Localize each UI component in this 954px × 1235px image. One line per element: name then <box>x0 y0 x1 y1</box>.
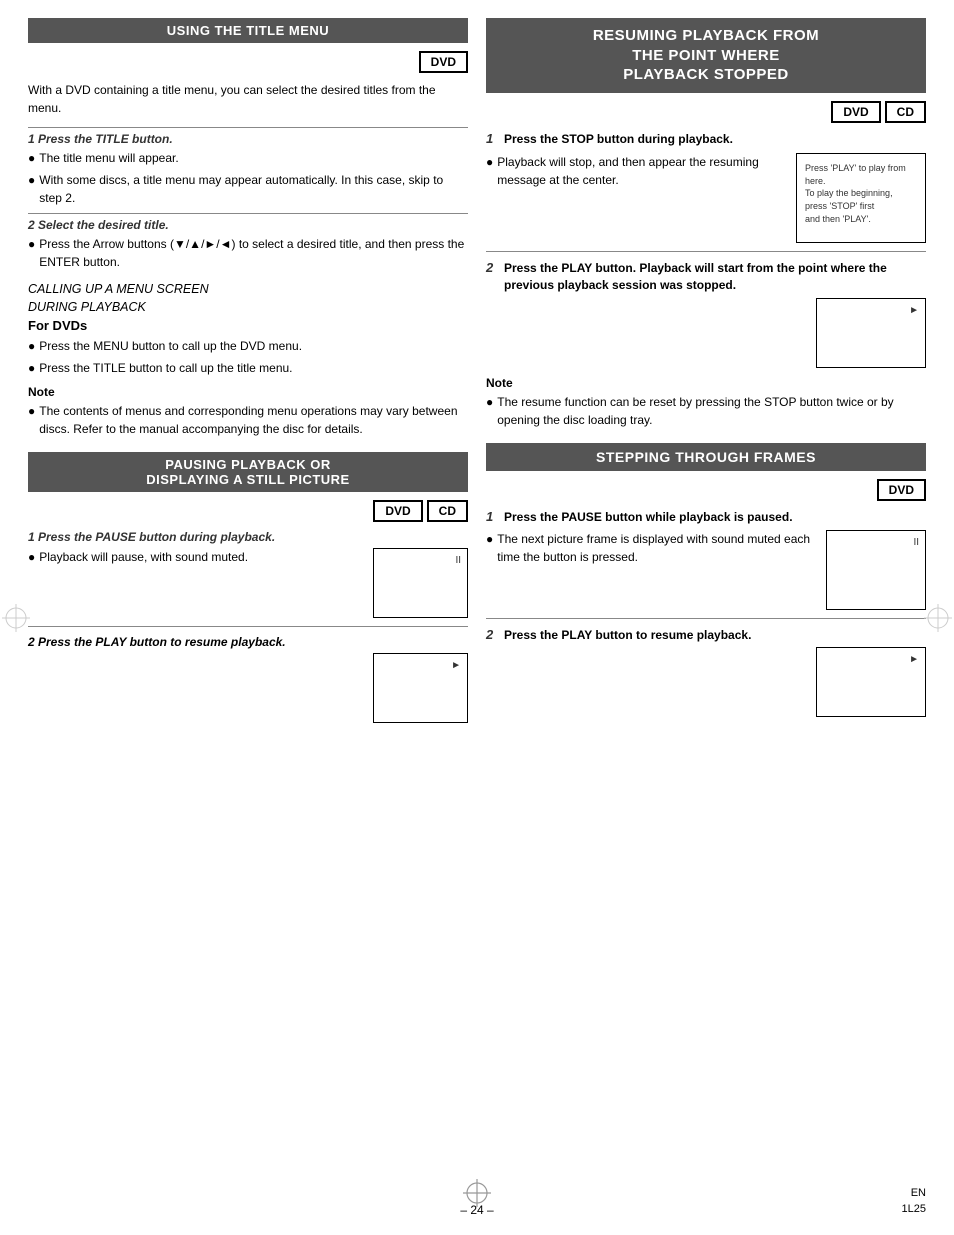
bullet-dvd-1: ● Press the MENU button to call up the D… <box>28 337 468 355</box>
crosshair-right-icon <box>924 604 952 632</box>
stepping-step1-text: Press the PAUSE button while playback is… <box>504 509 926 526</box>
title-menu-header: USING THE TITLE MENU <box>28 18 468 43</box>
play-icon-resuming: ► <box>909 305 919 316</box>
cd-badge-resuming: CD <box>885 101 926 123</box>
bullet-resuming-1: ● Playback will stop, and then appear th… <box>486 153 788 189</box>
pause-icon-1: II <box>455 555 461 566</box>
page-number: – 24 – <box>460 1203 493 1217</box>
resuming-badge-row: DVD CD <box>486 101 926 123</box>
for-dvds-label: For DVDs <box>28 318 468 333</box>
bullet-icon-10: ● <box>486 530 493 548</box>
calling-header: CALLING UP A MENU SCREENDURING PLAYBACK <box>28 281 468 316</box>
step1-title-label: 1 Press the TITLE button. <box>28 127 468 146</box>
resuming-step1-text: Press the STOP button during playback. <box>504 131 926 148</box>
play-icon-pause: ► <box>451 660 461 671</box>
resuming-section: RESUMING PLAYBACK FROM THE POINT WHERE P… <box>486 18 926 429</box>
title-menu-badge-row: DVD <box>28 51 468 73</box>
pausing-step2-label: 2 Press the PLAY button to resume playba… <box>28 635 468 649</box>
stepping-step1-row: 1 Press the PAUSE button while playback … <box>486 509 926 526</box>
resuming-screen-box-1: Press 'PLAY' to play from here. To play … <box>796 153 926 243</box>
bullet-resuming-note: ● The resume function can be reset by pr… <box>486 393 926 429</box>
resuming-step1-row: 1 Press the STOP button during playback. <box>486 131 926 148</box>
bullet-icon-2: ● <box>28 171 35 189</box>
footer: – 24 – EN1L25 <box>0 1203 954 1217</box>
cd-badge-pausing: CD <box>427 500 468 522</box>
step2-title-label: 2 Select the desired title. <box>28 213 468 232</box>
bullet-icon-7: ● <box>28 548 35 566</box>
resuming-step1-content: ● Playback will stop, and then appear th… <box>486 153 788 193</box>
bullet-title-3: ● Press the Arrow buttons (▼/▲/►/◄) to s… <box>28 235 468 271</box>
resuming-step2-row: 2 Press the PLAY button. Playback will s… <box>486 260 926 294</box>
pausing-badge-row: DVD CD <box>28 500 468 522</box>
bullet-icon-9: ● <box>486 393 493 411</box>
bullet-dvd-2: ● Press the TITLE button to call up the … <box>28 359 468 377</box>
bullet-pause-1: ● Playback will pause, with sound muted. <box>28 548 365 566</box>
bullet-icon-6: ● <box>28 402 35 420</box>
bullet-icon-4: ● <box>28 337 35 355</box>
dvd-badge-resuming: DVD <box>831 101 880 123</box>
stepping-step2-row: 2 Press the PLAY button to resume playba… <box>486 627 926 644</box>
right-column: RESUMING PLAYBACK FROM THE POINT WHERE P… <box>486 18 926 723</box>
bullet-title-1: ● The title menu will appear. <box>28 149 468 167</box>
bullet-stepping-1: ● The next picture frame is displayed wi… <box>486 530 818 566</box>
play-icon-stepping: ► <box>909 654 919 665</box>
resuming-step1-num: 1 <box>486 131 504 146</box>
crosshair-left-icon <box>2 604 30 632</box>
divider-3 <box>486 618 926 619</box>
note-label-resuming: Note <box>486 376 926 390</box>
resuming-screen-text: Press 'PLAY' to play from here. To play … <box>797 154 925 233</box>
left-column: USING THE TITLE MENU DVD With a DVD cont… <box>28 18 468 723</box>
bullet-icon-5: ● <box>28 359 35 377</box>
pause-screen-box-2: ► <box>373 653 468 723</box>
pausing-step1-content: ● Playback will pause, with sound muted. <box>28 548 365 570</box>
divider-2 <box>486 251 926 252</box>
resuming-step2-text: Press the PLAY button. Playback will sta… <box>504 260 926 294</box>
dvd-badge-title: DVD <box>419 51 468 73</box>
divider-1 <box>28 626 468 627</box>
stepping-section: STEPPING THROUGH FRAMES DVD 1 Press the … <box>486 443 926 718</box>
pause-icon-stepping: II <box>913 537 919 548</box>
stepping-step1-content: ● The next picture frame is displayed wi… <box>486 530 818 570</box>
dvd-badge-stepping: DVD <box>877 479 926 501</box>
bullet-icon-1: ● <box>28 149 35 167</box>
stepping-header: STEPPING THROUGH FRAMES <box>486 443 926 471</box>
bullet-title-2: ● With some discs, a title menu may appe… <box>28 171 468 207</box>
stepping-badge-row: DVD <box>486 479 926 501</box>
stepping-step2-text: Press the PLAY button to resume playback… <box>504 627 926 644</box>
pausing-step1-label: 1 Press the PAUSE button during playback… <box>28 530 468 544</box>
resuming-header: RESUMING PLAYBACK FROM THE POINT WHERE P… <box>486 18 926 93</box>
pausing-header: PAUSING PLAYBACK OR DISPLAYING A STILL P… <box>28 452 468 492</box>
footer-lang: EN1L25 <box>902 1186 926 1217</box>
stepping-step2-num: 2 <box>486 627 504 642</box>
resuming-step2-num: 2 <box>486 260 504 275</box>
pausing-section: PAUSING PLAYBACK OR DISPLAYING A STILL P… <box>28 452 468 723</box>
page: USING THE TITLE MENU DVD With a DVD cont… <box>0 0 954 1235</box>
title-menu-intro: With a DVD containing a title menu, you … <box>28 81 468 117</box>
bullet-icon-3: ● <box>28 235 35 253</box>
resuming-screen-box-2: ► <box>816 298 926 368</box>
dvd-badge-pausing: DVD <box>373 500 422 522</box>
note-label-title: Note <box>28 385 468 399</box>
stepping-step1-num: 1 <box>486 509 504 524</box>
bullet-icon-8: ● <box>486 153 493 171</box>
stepping-screen-box-1: II <box>826 530 926 610</box>
stepping-screen-box-2: ► <box>816 647 926 717</box>
pause-screen-box-1: II <box>373 548 468 618</box>
bullet-note-1: ● The contents of menus and correspondin… <box>28 402 468 438</box>
